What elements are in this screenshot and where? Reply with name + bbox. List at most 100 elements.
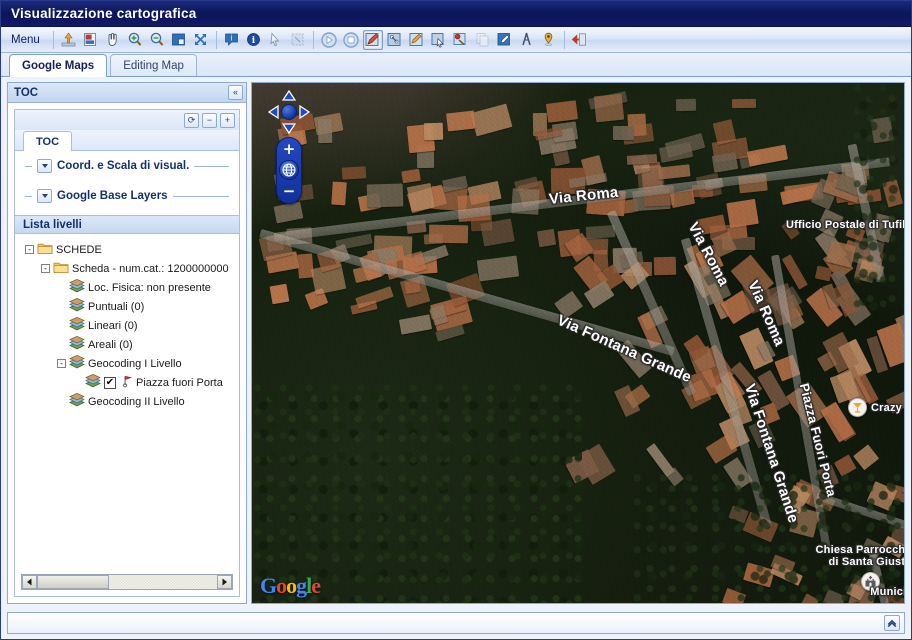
tree-node[interactable]: Puntuali (0) (15, 297, 239, 316)
google-logo-letter: e (311, 573, 321, 598)
edit-vertex-icon[interactable] (385, 30, 405, 50)
layer-icon (69, 298, 88, 315)
world-icon[interactable] (279, 160, 299, 180)
zoom-extent-icon[interactable] (169, 30, 189, 50)
geocoding-icon[interactable] (539, 30, 559, 50)
collapse-all-button[interactable]: − (202, 112, 217, 128)
tree-node[interactable]: Geocoding II Livello (15, 392, 239, 411)
tree-expander[interactable]: - (25, 245, 34, 254)
divider (194, 165, 229, 167)
zoom-in-button[interactable]: + (280, 141, 298, 157)
tree-node[interactable]: Areali (0) (15, 335, 239, 354)
pan-center-button[interactable] (281, 104, 297, 120)
section-coord-scala[interactable]: Coord. e Scala di visual. (15, 151, 239, 181)
pan-left-button[interactable] (266, 105, 282, 119)
google-logo-letter: g (296, 573, 307, 598)
tab-google-maps[interactable]: Google Maps (9, 54, 108, 77)
status-bar (7, 612, 905, 634)
tree-node[interactable]: - Scheda - num.cat.: 1200000000 (15, 259, 239, 278)
scroll-right-arrow[interactable] (217, 575, 232, 589)
tab-toc[interactable]: TOC (23, 131, 73, 151)
tree-node-label: Puntuali (0) (88, 300, 145, 313)
expand-all-button[interactable]: + (220, 112, 235, 128)
tab-editing-map[interactable]: Editing Map (110, 54, 197, 76)
expand-collapse-south-button[interactable] (884, 615, 900, 631)
divider (172, 195, 229, 197)
pan-down-button[interactable] (281, 121, 297, 135)
view-tabs: Google Maps Editing Map (1, 53, 911, 77)
upload-icon[interactable] (59, 30, 79, 50)
edit-select-icon[interactable] (429, 30, 449, 50)
info-tooltip-icon[interactable]: i (222, 30, 242, 50)
map-navigation-control: + − (266, 89, 312, 204)
tree-expander[interactable]: - (41, 264, 50, 273)
map-poi[interactable]: Chiesa Parrocchialedi Santa Giusta (800, 544, 904, 591)
chevron-down-icon[interactable] (37, 189, 52, 203)
select-pointer-icon[interactable] (266, 30, 286, 50)
svg-text:i: i (252, 36, 256, 46)
section-google-base-layers-label: Google Base Layers (57, 190, 168, 202)
bar-icon[interactable] (848, 398, 867, 417)
pan-hand-icon[interactable] (103, 30, 123, 50)
tree-node[interactable]: Lineari (0) (15, 316, 239, 335)
layer-icon (69, 393, 88, 410)
pan-up-button[interactable] (281, 89, 297, 103)
toc-horizontal-scrollbar[interactable] (21, 574, 233, 590)
tree-node[interactable]: - Geocoding I Livello (15, 354, 239, 373)
edit-polygon-icon[interactable] (407, 30, 427, 50)
pan-right-button[interactable] (296, 105, 312, 119)
scrollbar-thumb[interactable] (37, 575, 109, 589)
scrollbar-track[interactable] (37, 575, 217, 589)
map-poi[interactable]: Crazy Bar 2 (848, 398, 904, 417)
edit-draw-icon[interactable] (362, 29, 383, 50)
new-map-icon[interactable] (81, 30, 101, 50)
toc-panel-header: TOC « (8, 83, 246, 103)
page-title: Visualizzazione cartografica (11, 6, 197, 21)
tree-expander[interactable]: - (57, 359, 66, 368)
tree-node-label: Geocoding II Livello (88, 395, 185, 408)
tree-node-label: Loc. Fisica: non presente (88, 281, 211, 294)
map-canvas[interactable]: Via Roma Via Roma Via Roma Via Fontana Gran… (252, 83, 904, 603)
play-icon[interactable] (319, 30, 339, 50)
toolbar-separator (215, 30, 217, 49)
measure-icon[interactable] (517, 30, 537, 50)
divider (25, 165, 32, 167)
map-poi[interactable]: Ufficio Postale di Tufillo (786, 215, 904, 234)
chevron-down-icon[interactable] (37, 159, 52, 173)
toc-toolbar: ⟳ − + (15, 110, 239, 130)
scroll-left-arrow[interactable] (22, 575, 37, 589)
tree-node[interactable]: ✔ Piazza fuori Porta (15, 373, 239, 392)
section-google-base-layers[interactable]: Google Base Layers (15, 181, 239, 211)
tab-toc-label: TOC (36, 135, 60, 148)
collapse-panel-icon[interactable]: « (228, 85, 243, 100)
info-circle-icon[interactable]: i (244, 30, 264, 50)
svg-text:i: i (231, 34, 233, 43)
tree-node[interactable]: - SCHEDE (15, 240, 239, 259)
layer-icon (69, 317, 88, 334)
map-poi[interactable]: Municipio di Tufillo (852, 586, 904, 603)
tree-node-label: Geocoding I Livello (88, 357, 182, 370)
divider (25, 195, 32, 197)
zoom-out-button[interactable]: − (280, 183, 298, 199)
exit-icon[interactable] (570, 30, 590, 50)
tree-node[interactable]: Loc. Fisica: non presente (15, 278, 239, 297)
content-area: TOC « ⟳ − + TOC Coord. e Scala di visual… (1, 77, 911, 639)
pan-pad (266, 89, 312, 135)
copy-icon[interactable] (473, 30, 493, 50)
zoom-in-icon[interactable] (125, 30, 145, 50)
tree-node-label: SCHEDE (56, 243, 102, 256)
layer-icon (69, 355, 88, 372)
toc-panel-title: TOC (14, 86, 39, 99)
toc-panel: TOC « ⟳ − + TOC Coord. e Scala di visual… (7, 82, 247, 604)
full-extent-icon[interactable] (191, 30, 211, 50)
folder-icon (37, 241, 56, 258)
edit-attribute-icon[interactable] (495, 30, 515, 50)
edit-point-icon[interactable] (451, 30, 471, 50)
select-area-icon[interactable] (288, 30, 308, 50)
layer-visibility-checkbox[interactable]: ✔ (104, 376, 116, 389)
zoom-out-icon[interactable] (147, 30, 167, 50)
menu-button[interactable]: Menu (5, 32, 48, 48)
stop-icon[interactable] (341, 30, 361, 50)
google-logo: Google (260, 573, 321, 599)
refresh-button[interactable]: ⟳ (184, 112, 199, 128)
